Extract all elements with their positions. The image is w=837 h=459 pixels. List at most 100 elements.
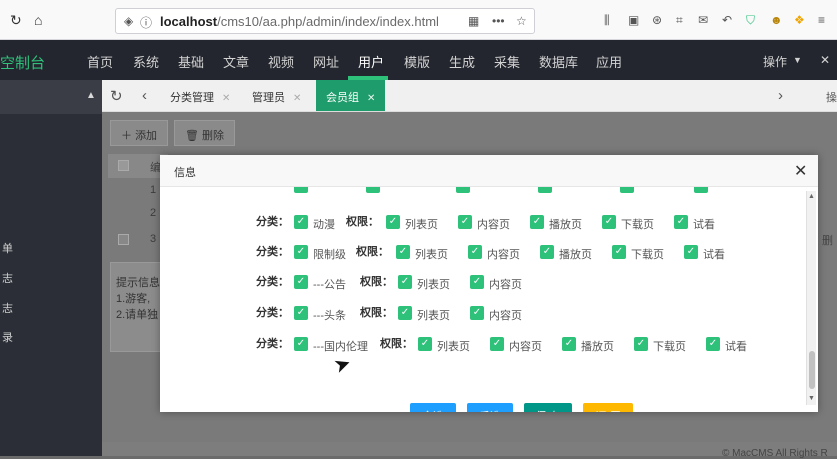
extension-icon[interactable]: ⊛ (652, 12, 662, 28)
delete-button[interactable]: 🗑 删除 (174, 120, 236, 146)
nav-database[interactable]: 数据库 (539, 52, 578, 71)
menu-icon[interactable]: ≡ (818, 12, 825, 28)
permission-checkbox[interactable]: ✓ (470, 275, 484, 289)
permission-checkbox[interactable]: ✓ (468, 245, 482, 259)
checkbox[interactable]: ✓ (294, 187, 308, 193)
tab-prev-icon[interactable]: ‹ (142, 87, 147, 104)
permission-checkbox[interactable]: ✓ (684, 245, 698, 259)
permission-checkbox[interactable]: ✓ (674, 215, 688, 229)
nav-article[interactable]: 文章 (223, 52, 249, 71)
permission-checkbox[interactable]: ✓ (530, 215, 544, 229)
tab-next-icon[interactable]: › (778, 87, 783, 104)
nav-apps[interactable]: 应用 (596, 52, 622, 71)
row-checkbox[interactable] (118, 234, 129, 245)
category-checkbox[interactable]: ✓ (294, 215, 308, 229)
tip-line-1: 1.游客, (116, 293, 151, 305)
tab-close-icon[interactable]: ✕ (367, 93, 375, 104)
permission-label: 权限： (356, 246, 389, 258)
checkbox[interactable]: ✓ (538, 187, 552, 193)
refresh-icon[interactable]: ↻ (110, 87, 123, 105)
nav-collect[interactable]: 采集 (494, 52, 520, 71)
crop-icon[interactable]: ⌗ (676, 12, 683, 28)
address-bar[interactable]: ◈ ⓘ localhost/cms10/aa.php/admin/index/i… (115, 8, 535, 34)
library-icon[interactable]: ⫼ (604, 12, 610, 28)
nav-home[interactable]: 首页 (87, 52, 113, 71)
tab-category[interactable]: 分类管理 ✕ (160, 80, 240, 111)
face-ext-icon[interactable]: ☻ (770, 12, 783, 28)
tab-close-icon[interactable]: ✕ (222, 93, 230, 104)
nav-system[interactable]: 系统 (133, 52, 159, 71)
tab-ops[interactable]: 操 (826, 89, 837, 105)
permission-name: 播放页 (581, 341, 614, 353)
qr-icon[interactable]: ▦ (468, 14, 479, 28)
reset-button[interactable]: 还 原 (583, 403, 633, 412)
category-checkbox[interactable]: ✓ (294, 245, 308, 259)
checkbox[interactable]: ✓ (366, 187, 380, 193)
save-button[interactable]: 保 存 (524, 403, 572, 412)
permission-name: 试看 (693, 219, 715, 231)
info-icon[interactable]: ⓘ (140, 14, 152, 31)
more-icon[interactable]: ••• (492, 14, 505, 28)
invert-selection-button[interactable]: 反选 (467, 403, 513, 412)
sidebar-icon[interactable]: ▣ (628, 12, 639, 28)
nav-user[interactable]: 用户 (358, 52, 384, 71)
permission-checkbox[interactable]: ✓ (706, 337, 720, 351)
delete-link[interactable]: 删 (822, 232, 833, 248)
permission-checkbox[interactable]: ✓ (418, 337, 432, 351)
checkbox[interactable]: ✓ (694, 187, 708, 193)
select-all-checkbox[interactable] (118, 160, 129, 171)
permission-row: 分类： ✓ 限制级 权限： ✓ 列表页 ✓ 内容页 ✓ 播放页 ✓ 下载页 ✓ 试看 (160, 245, 800, 267)
permission-checkbox[interactable]: ✓ (612, 245, 626, 259)
checkbox[interactable]: ✓ (620, 187, 634, 193)
permission-checkbox[interactable]: ✓ (398, 306, 412, 320)
sidebar-item-2[interactable]: 志 (2, 270, 13, 286)
chat-icon[interactable]: ✉ (698, 12, 708, 28)
home-icon[interactable]: ⌂ (34, 12, 42, 28)
sidebar-item-3[interactable]: 志 (2, 300, 13, 316)
permission-checkbox[interactable]: ✓ (470, 306, 484, 320)
tab-admin[interactable]: 管理员 ✕ (242, 80, 311, 111)
scroll-thumb[interactable] (809, 351, 815, 389)
tip-title: 提示信息 (116, 277, 160, 289)
tab-close-icon[interactable]: ✕ (293, 93, 301, 104)
permission-checkbox[interactable]: ✓ (602, 215, 616, 229)
permission-checkbox[interactable]: ✓ (562, 337, 576, 351)
permission-checkbox[interactable]: ✓ (398, 275, 412, 289)
color-ext-icon[interactable]: ❖ (794, 12, 805, 28)
permission-checkbox[interactable]: ✓ (396, 245, 410, 259)
sidebar-item-1[interactable]: 单 (2, 240, 13, 256)
sidebar-item-4[interactable]: 录 (2, 329, 13, 345)
chevron-down-icon[interactable]: ▼ (793, 55, 802, 65)
operation-menu[interactable]: 操作 (763, 53, 787, 70)
category-checkbox[interactable]: ✓ (294, 275, 308, 289)
permission-checkbox[interactable]: ✓ (540, 245, 554, 259)
reload-icon[interactable]: ↻ (10, 12, 22, 28)
app-logo[interactable]: 空制台 (0, 52, 45, 73)
add-button[interactable]: ＋ 添加 (110, 120, 169, 146)
shield-icon[interactable]: ◈ (124, 14, 133, 28)
permission-checkbox[interactable]: ✓ (490, 337, 504, 351)
nav-basic[interactable]: 基础 (178, 52, 204, 71)
back-arrow-icon[interactable]: ↶ (722, 12, 732, 28)
category-checkbox[interactable]: ✓ (294, 306, 308, 320)
dialog-scrollbar[interactable]: ▲ ▼ (806, 191, 816, 405)
tab-member-group[interactable]: 会员组 ✕ (316, 80, 386, 111)
nav-video[interactable]: 视频 (268, 52, 294, 71)
nav-url[interactable]: 网址 (313, 52, 339, 71)
permission-checkbox[interactable]: ✓ (458, 215, 472, 229)
nav-generate[interactable]: 生成 (449, 52, 475, 71)
scroll-down-icon[interactable]: ▼ (808, 395, 815, 402)
collapse-up-icon[interactable]: ▲ (86, 90, 96, 101)
dialog-header: 信息 ✕ (160, 155, 818, 187)
permission-checkbox[interactable]: ✓ (386, 215, 400, 229)
nav-template[interactable]: 模版 (404, 52, 430, 71)
category-checkbox[interactable]: ✓ (294, 337, 308, 351)
checkbox[interactable]: ✓ (456, 187, 470, 193)
close-icon[interactable]: ✕ (794, 161, 807, 181)
select-all-button[interactable]: 全选 (410, 403, 456, 412)
permission-checkbox[interactable]: ✓ (634, 337, 648, 351)
close-icon[interactable]: ✕ (820, 53, 830, 67)
shield-ext-icon[interactable]: ⛉ (746, 12, 755, 28)
scroll-up-icon[interactable]: ▲ (808, 193, 815, 200)
bookmark-star-icon[interactable]: ☆ (516, 14, 527, 28)
